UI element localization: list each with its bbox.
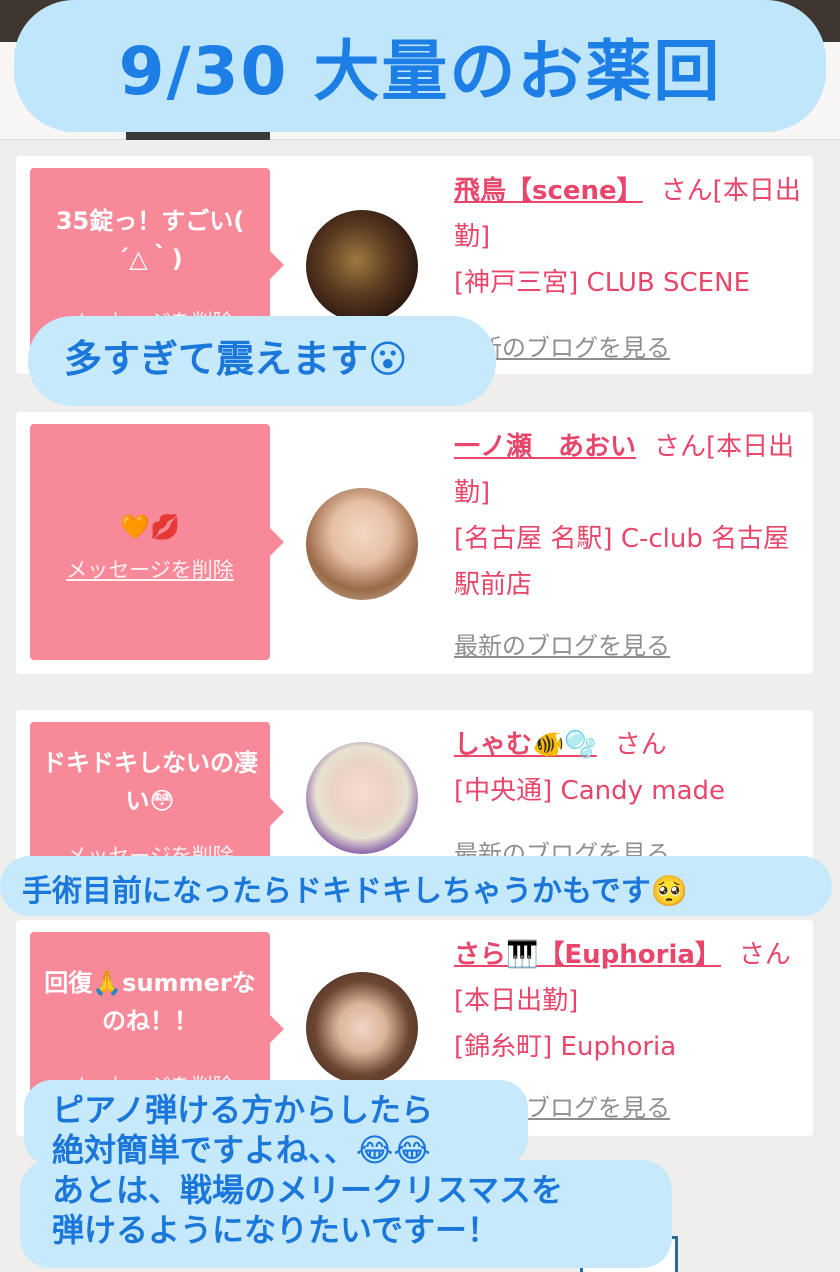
- avatar[interactable]: [306, 742, 418, 854]
- blog-link[interactable]: 最新のブログを見る: [454, 626, 670, 661]
- caption-line: 絶対簡単ですよね、、😂😂: [52, 1131, 431, 1169]
- cast-info: さら🎹【Euphoria】 さん[本日出勤] [錦糸町] Euphoria: [454, 932, 804, 1070]
- message-bubble: 🧡💋 メッセージを削除: [30, 424, 284, 660]
- shop-name[interactable]: [名古屋 名駅] C-club 名古屋駅前店: [454, 516, 804, 608]
- message-text: 35錠っ！すごい( ´△｀): [55, 207, 245, 273]
- page-title: 9/30 大量のお薬回: [14, 0, 826, 132]
- cast-info: 一ノ瀬 あおい さん[本日出勤] [名古屋 名駅] C-club 名古屋駅前店: [454, 424, 804, 608]
- shop-name[interactable]: [錦糸町] Euphoria: [454, 1024, 804, 1070]
- cast-status: さん: [614, 730, 667, 760]
- cast-name-link[interactable]: 一ノ瀬 あおい: [454, 432, 636, 462]
- message-text: ドキドキしないの凄い😳: [42, 749, 258, 815]
- avatar[interactable]: [306, 488, 418, 600]
- message-text: 🧡💋: [120, 513, 180, 541]
- caption-overlay-2: 手術目前になったらドキドキしちゃうかもです🥺: [0, 856, 832, 916]
- shop-name[interactable]: [神戸三宮] CLUB SCENE: [454, 260, 804, 306]
- shop-name[interactable]: [中央通] Candy made: [454, 768, 804, 814]
- cast-info: 飛鳥【scene】 さん[本日出勤] [神戸三宮] CLUB SCENE: [454, 168, 804, 306]
- cast-name-link[interactable]: 飛鳥【scene】: [454, 176, 643, 206]
- cast-name-link[interactable]: しゃむ🐠🫧: [454, 730, 597, 760]
- avatar[interactable]: [306, 210, 418, 322]
- delete-message-link[interactable]: メッセージを削除: [30, 554, 270, 584]
- cast-name-link[interactable]: さら🎹【Euphoria】: [454, 940, 721, 970]
- caption-overlay-1: 多すぎて震えます😮: [28, 316, 496, 406]
- cast-info: しゃむ🐠🫧 さん [中央通] Candy made: [454, 722, 804, 814]
- caption-line: あとは、戦場のメリークリスマスを: [52, 1171, 564, 1209]
- message-text: 回復🙏summerなのね！！: [44, 969, 256, 1035]
- message-card-2: 🧡💋 メッセージを削除 一ノ瀬 あおい さん[本日出勤] [名古屋 名駅] C-c…: [16, 412, 813, 674]
- caption-overlay-3: ピアノ弾ける方からしたら 絶対簡単ですよね、、😂😂 あとは、戦場のメリークリスマ…: [52, 1090, 672, 1250]
- caption-line: ピアノ弾ける方からしたら: [52, 1091, 434, 1129]
- caption-line: 弾けるようになりたいですー！: [52, 1211, 500, 1249]
- avatar[interactable]: [306, 972, 418, 1084]
